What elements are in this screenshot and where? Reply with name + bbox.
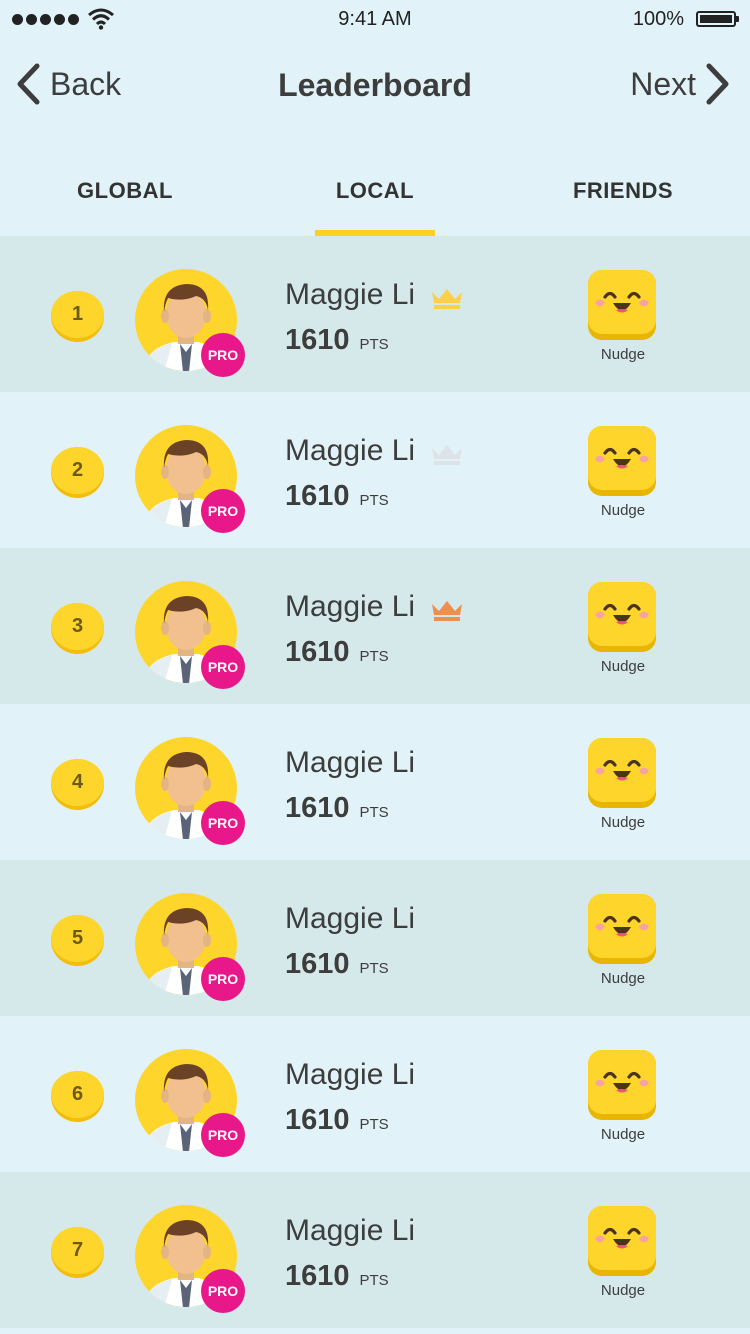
crown-gold-icon — [432, 289, 462, 309]
rank-badge: 3 — [51, 603, 104, 654]
rank-badge: 7 — [51, 1227, 104, 1278]
points-value: 1610 — [285, 1260, 350, 1292]
pro-badge: PRO — [201, 333, 245, 377]
smiley-icon — [588, 582, 656, 652]
points-unit: PTS — [359, 648, 389, 665]
battery-percent: 100% — [632, 8, 684, 30]
leaderboard-row-2: 2 PRO Maggie Li 1610 PTS Nudge — [0, 392, 750, 548]
nudge-button[interactable]: Nudge — [588, 270, 658, 363]
nudge-label: Nudge — [600, 814, 646, 831]
player-name[interactable]: Maggie Li — [285, 434, 415, 468]
nudge-label: Nudge — [600, 658, 646, 675]
tab-global[interactable]: GLOBAL — [0, 178, 250, 204]
rank-number: 3 — [51, 603, 104, 650]
points-unit: PTS — [359, 804, 389, 821]
player-name[interactable]: Maggie Li — [285, 746, 415, 780]
pro-badge: PRO — [201, 1269, 245, 1313]
smiley-icon — [588, 894, 656, 964]
player-points: 1610 PTS — [285, 324, 389, 357]
rank-number: 4 — [51, 759, 104, 806]
leaderboard-row-3: 3 PRO Maggie Li 1610 PTS Nudge — [0, 548, 750, 704]
leaderboard-row-6: 6 PRO Maggie Li 1610 PTS Nudge — [0, 1016, 750, 1172]
leaderboard-row-5: 5 PRO Maggie Li 1610 PTS Nudge — [0, 860, 750, 1016]
rank-number: 5 — [51, 915, 104, 962]
points-value: 1610 — [285, 324, 350, 356]
nudge-label: Nudge — [600, 1126, 646, 1143]
pro-badge: PRO — [201, 801, 245, 845]
tab-friends[interactable]: FRIENDS — [498, 178, 748, 204]
pro-badge: PRO — [201, 957, 245, 1001]
tab-local[interactable]: LOCAL — [250, 178, 500, 204]
points-value: 1610 — [285, 636, 350, 668]
nudge-button[interactable]: Nudge — [588, 1050, 658, 1143]
tab-bar: GLOBAL LOCAL FRIENDS — [0, 160, 750, 236]
points-unit: PTS — [359, 1116, 389, 1133]
points-unit: PTS — [359, 1272, 389, 1289]
leaderboard-row-7: 7 PRO Maggie Li 1610 PTS Nudge — [0, 1172, 750, 1328]
player-points: 1610 PTS — [285, 948, 389, 981]
points-unit: PTS — [359, 336, 389, 353]
rank-number: 2 — [51, 447, 104, 494]
crown-bronze-icon — [432, 601, 462, 621]
chevron-right-icon — [706, 63, 729, 105]
points-unit: PTS — [359, 960, 389, 977]
pro-badge: PRO — [201, 645, 245, 689]
player-points: 1610 PTS — [285, 480, 389, 513]
player-points: 1610 PTS — [285, 1260, 389, 1293]
player-name[interactable]: Maggie Li — [285, 902, 415, 936]
rank-badge: 6 — [51, 1071, 104, 1122]
rank-badge: 2 — [51, 447, 104, 498]
rank-number: 7 — [51, 1227, 104, 1274]
rank-badge: 5 — [51, 915, 104, 966]
leaderboard-list: 1 PRO Maggie Li 1610 PTS Nudge 2 PRO Mag… — [0, 236, 750, 1328]
player-points: 1610 PTS — [285, 1104, 389, 1137]
points-unit: PTS — [359, 492, 389, 509]
nudge-label: Nudge — [600, 1282, 646, 1299]
next-button[interactable]: Next — [630, 63, 730, 105]
player-name[interactable]: Maggie Li — [285, 1214, 415, 1248]
player-name[interactable]: Maggie Li — [285, 590, 415, 624]
player-name[interactable]: Maggie Li — [285, 1058, 415, 1092]
rank-badge: 1 — [51, 291, 104, 342]
next-label: Next — [630, 65, 696, 102]
player-points: 1610 PTS — [285, 792, 389, 825]
smiley-icon — [588, 426, 656, 496]
nudge-button[interactable]: Nudge — [588, 1206, 658, 1299]
leaderboard-row-4: 4 PRO Maggie Li 1610 PTS Nudge — [0, 704, 750, 860]
pro-badge: PRO — [201, 1113, 245, 1157]
status-bar: 9:41 AM 100% — [0, 0, 750, 40]
rank-number: 1 — [51, 291, 104, 338]
points-value: 1610 — [285, 480, 350, 512]
smiley-icon — [588, 1050, 656, 1120]
pro-badge: PRO — [201, 489, 245, 533]
points-value: 1610 — [285, 948, 350, 980]
leaderboard-row-1: 1 PRO Maggie Li 1610 PTS Nudge — [0, 236, 750, 392]
smiley-icon — [588, 738, 656, 808]
points-value: 1610 — [285, 1104, 350, 1136]
crown-silver-icon — [432, 445, 462, 465]
nudge-button[interactable]: Nudge — [588, 738, 658, 831]
nudge-button[interactable]: Nudge — [588, 426, 658, 519]
nudge-label: Nudge — [600, 970, 646, 987]
player-points: 1610 PTS — [285, 636, 389, 669]
rank-number: 6 — [51, 1071, 104, 1118]
points-value: 1610 — [285, 792, 350, 824]
nudge-button[interactable]: Nudge — [588, 582, 658, 675]
smiley-icon — [588, 270, 656, 340]
player-name[interactable]: Maggie Li — [285, 278, 415, 312]
nudge-button[interactable]: Nudge — [588, 894, 658, 987]
rank-badge: 4 — [51, 759, 104, 810]
nudge-label: Nudge — [600, 346, 646, 363]
smiley-icon — [588, 1206, 656, 1276]
battery-icon — [696, 11, 739, 27]
nav-bar: Back Leaderboard Next — [0, 55, 750, 115]
nudge-label: Nudge — [600, 502, 646, 519]
